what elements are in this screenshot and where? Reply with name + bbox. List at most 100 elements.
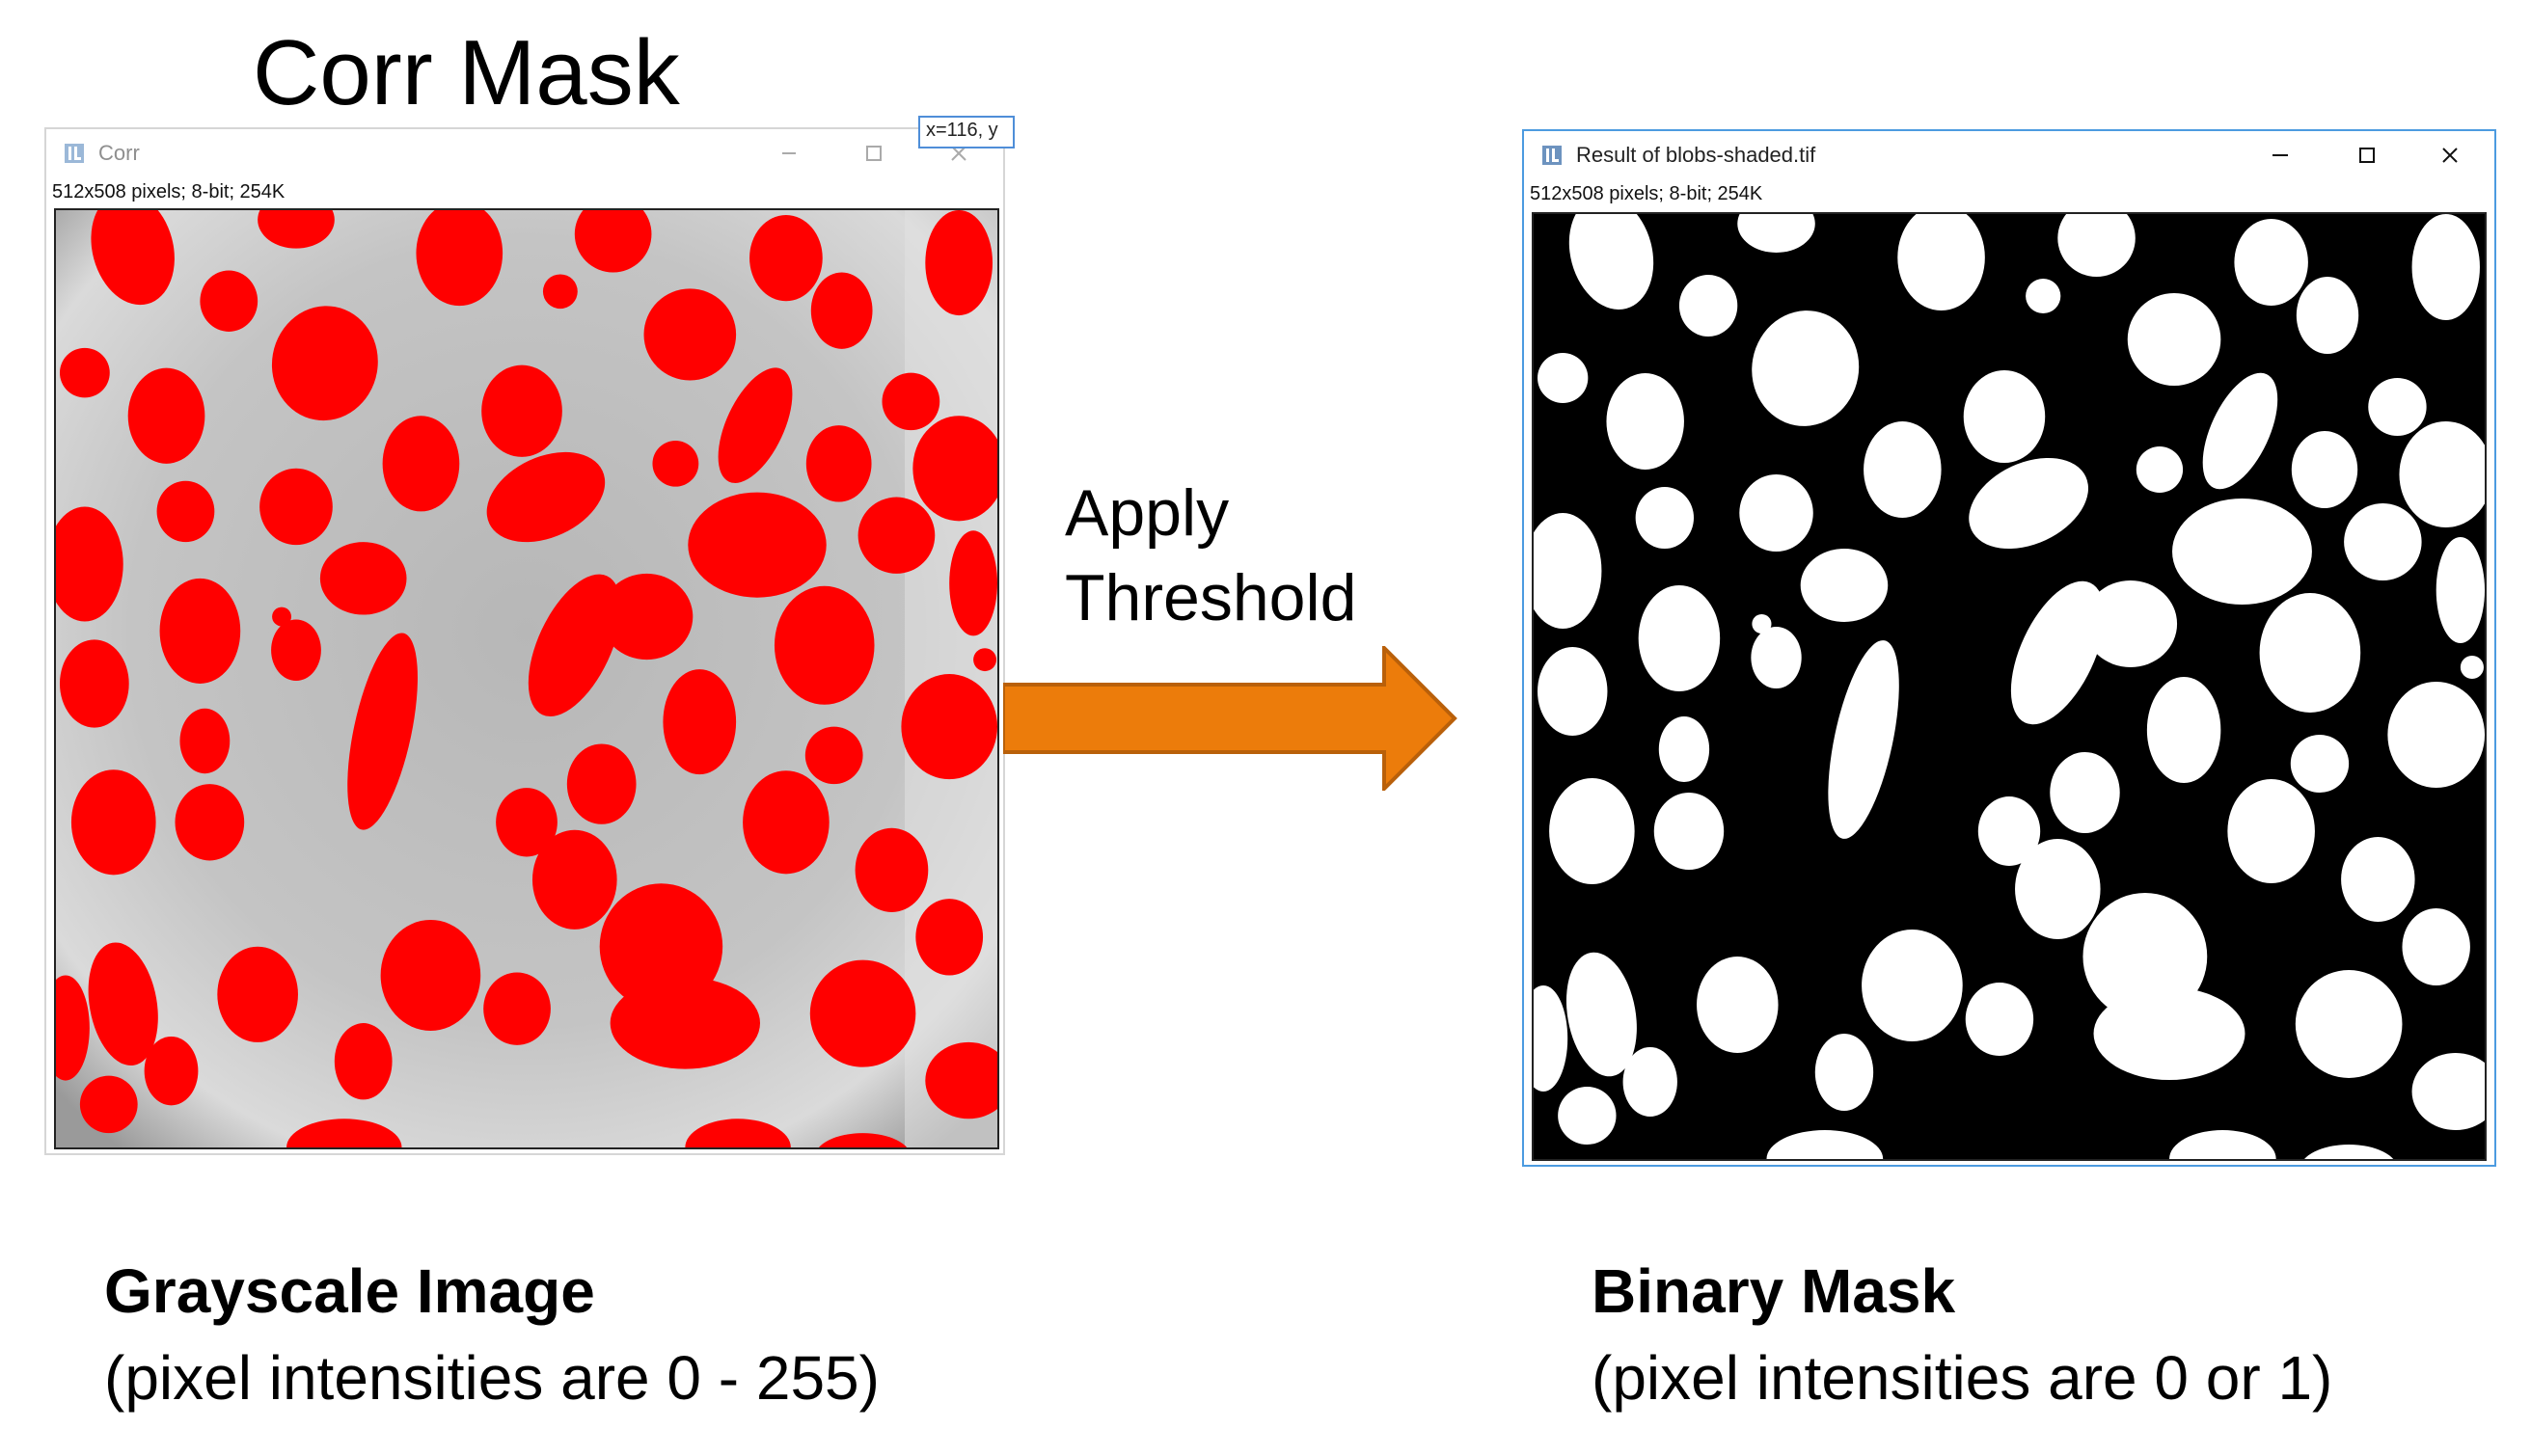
- grayscale-caption-subtitle: (pixel intensities are 0 - 255): [104, 1343, 880, 1413]
- blob-shape: [2026, 279, 2061, 313]
- corr-image-window[interactable]: Corr 512x508 pixels; 8-bit; 254K: [44, 127, 1005, 1155]
- blob-shape: [2290, 735, 2350, 793]
- binary-mask-image: [1534, 214, 2485, 1159]
- blob-shape: [1606, 373, 1684, 470]
- blob-shape: [334, 1023, 393, 1100]
- blob-shape: [1965, 983, 2034, 1056]
- blob-shape: [1697, 957, 1779, 1053]
- blob-shape: [1739, 474, 1813, 552]
- apply-label-line1: Apply: [1065, 476, 1230, 550]
- blob-shape: [2344, 503, 2422, 580]
- blob-shape: [70, 769, 156, 876]
- blob-shape: [2402, 908, 2470, 985]
- blob-shape: [144, 1036, 199, 1106]
- blob-shape: [2368, 378, 2427, 436]
- right-arrow-icon: [1003, 646, 1457, 791]
- blob-shape: [1751, 627, 1802, 688]
- corr-window-title: Corr: [98, 141, 140, 165]
- blob-shape: [2146, 677, 2221, 783]
- binary-mask-canvas[interactable]: [1532, 212, 2487, 1161]
- minimize-icon[interactable]: [770, 137, 808, 170]
- result-image-window[interactable]: Result of blobs-shaded.tif 512x508 pixel…: [1522, 129, 2496, 1167]
- binary-caption-title: Binary Mask: [1592, 1256, 1956, 1326]
- blob-shape: [2127, 293, 2221, 386]
- blob-shape: [2172, 499, 2312, 605]
- blob-shape: [1963, 370, 2046, 463]
- maximize-icon[interactable]: [2348, 139, 2386, 172]
- imagej-icon: [1541, 145, 1563, 166]
- blob-shape: [749, 214, 823, 302]
- apply-threshold-label: Apply Threshold: [1065, 471, 1356, 640]
- blob-shape: [1800, 549, 1889, 622]
- blob-shape: [156, 480, 215, 543]
- blob-shape: [1638, 585, 1721, 691]
- blob-shape: [382, 416, 460, 512]
- close-icon[interactable]: [2431, 139, 2469, 172]
- blob-shape: [774, 585, 875, 705]
- blob-shape: [1549, 778, 1635, 884]
- blob-shape: [175, 784, 245, 861]
- blob-shape: [804, 726, 863, 785]
- blob-shape: [1658, 716, 1710, 782]
- result-image-info: 512x508 pixels; 8-bit; 254K: [1530, 183, 1763, 204]
- blob-shape: [2295, 970, 2403, 1078]
- blob-shape: [179, 708, 231, 774]
- minimize-icon[interactable]: [2261, 139, 2300, 172]
- imagej-icon: [64, 143, 85, 164]
- blob-shape: [1538, 647, 1608, 736]
- blob-shape: [643, 288, 737, 381]
- blob-shape: [59, 639, 129, 728]
- blob-shape: [271, 619, 321, 681]
- result-window-title: Result of blobs-shaded.tif: [1576, 143, 1816, 167]
- blob-shape: [882, 372, 940, 431]
- blob-shape: [2015, 839, 2101, 939]
- blob-shape: [915, 899, 984, 976]
- blob-shape: [2411, 214, 2480, 320]
- blob-shape: [1814, 1034, 1874, 1111]
- blob-shape: [2234, 219, 2308, 306]
- blob-shape: [925, 210, 993, 316]
- blob-shape: [159, 578, 241, 684]
- blob-shape: [1558, 1087, 1617, 1145]
- blob-shape: [380, 919, 481, 1031]
- binary-caption-subtitle: (pixel intensities are 0 or 1): [1592, 1343, 2333, 1413]
- blob-shape: [259, 468, 333, 546]
- grayscale-overlay-image: [56, 210, 997, 1147]
- apply-label-line2: Threshold: [1065, 561, 1357, 634]
- blob-shape: [652, 441, 699, 487]
- blob-shape: [2436, 537, 2485, 643]
- blob-shape: [2296, 277, 2359, 354]
- blob-shape: [1635, 487, 1695, 549]
- blob-shape: [59, 347, 110, 398]
- blob-shape: [688, 492, 827, 598]
- blob-shape: [2259, 593, 2361, 713]
- blob-shape: [2460, 656, 2484, 679]
- blob-shape: [2341, 837, 2415, 922]
- blob-shape: [1653, 793, 1725, 870]
- blob-shape: [973, 648, 997, 672]
- blob-shape: [1864, 421, 1942, 518]
- maximize-icon[interactable]: [855, 137, 893, 170]
- grayscale-caption-title: Grayscale Image: [104, 1256, 595, 1326]
- blob-shape: [805, 425, 872, 502]
- coordinate-tooltip: x=116, y: [918, 116, 1015, 148]
- blob-shape: [2050, 752, 2120, 833]
- blob-shape: [610, 977, 761, 1069]
- blob-shape: [1538, 353, 1589, 403]
- blob-shape: [542, 274, 578, 310]
- blob-shape: [319, 542, 407, 615]
- blob-shape: [127, 367, 205, 464]
- blob-shape: [2291, 431, 2358, 508]
- blob-shape: [810, 272, 873, 349]
- result-window-titlebar[interactable]: Result of blobs-shaded.tif: [1524, 131, 2494, 179]
- blob-shape: [1622, 1047, 1677, 1117]
- corr-image-info: 512x508 pixels; 8-bit; 254K: [52, 181, 286, 202]
- corr-window-titlebar[interactable]: Corr: [46, 129, 1003, 177]
- grayscale-image-canvas[interactable]: [54, 208, 999, 1149]
- blob-shape: [531, 829, 617, 930]
- blob-shape: [855, 827, 929, 913]
- blob-shape: [2227, 779, 2315, 883]
- blob-shape: [901, 674, 997, 780]
- slide-title: Corr Mask: [253, 21, 680, 124]
- blob-shape: [481, 364, 562, 457]
